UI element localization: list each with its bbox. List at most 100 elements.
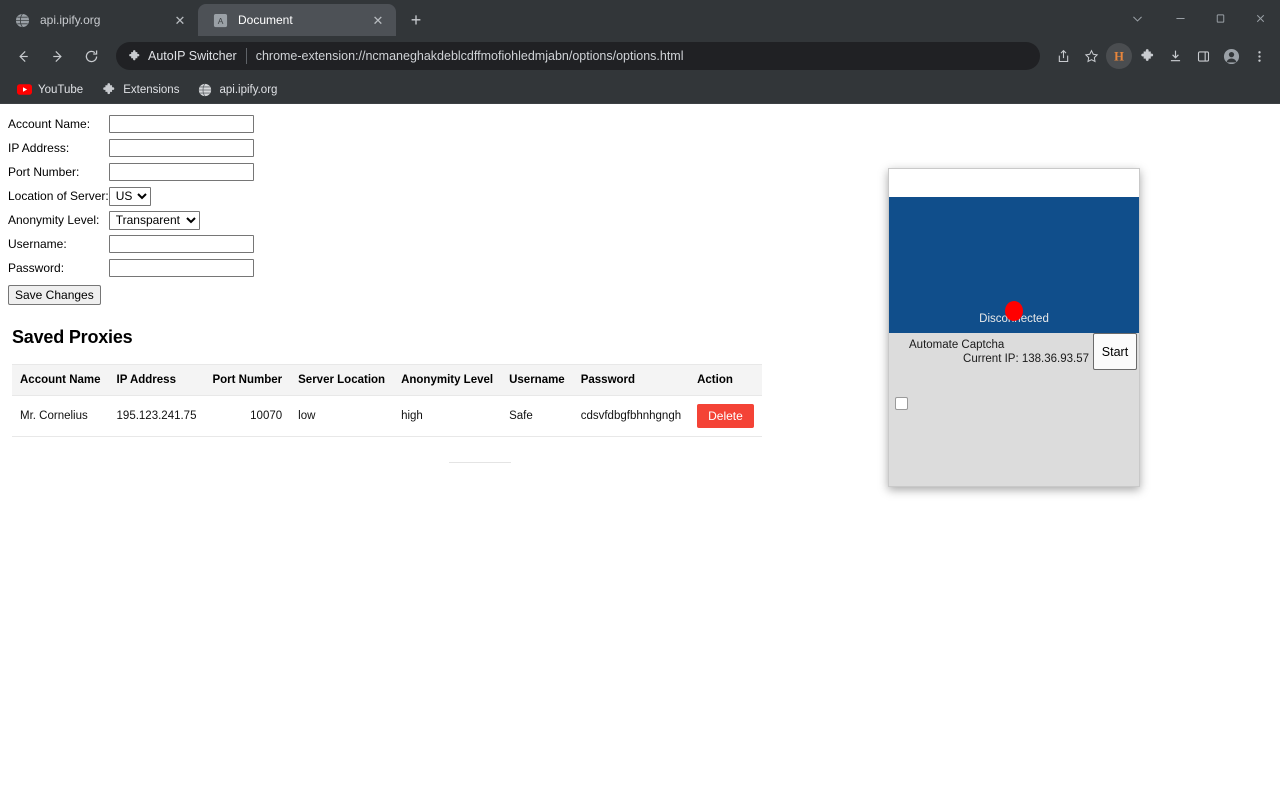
tab-close-icon[interactable]: ✕ <box>172 12 188 28</box>
account-name-label: Account Name: <box>8 117 91 131</box>
tab-title: api.ipify.org <box>40 13 101 27</box>
doc-letter-icon: A <box>212 12 228 28</box>
col-action: Action <box>689 364 762 396</box>
maximize-restore-icon[interactable] <box>1200 0 1240 36</box>
popup-controls-panel: Automate Captcha Current IP: 138.36.93.5… <box>889 333 1139 486</box>
url-text: chrome-extension://ncmaneghakdeblcdffmof… <box>255 49 684 63</box>
tab-document[interactable]: A Document ✕ <box>198 4 396 36</box>
form-row-password: Password: <box>8 256 254 280</box>
reload-button[interactable] <box>76 41 106 71</box>
extensions-puzzle-icon[interactable] <box>1134 43 1160 69</box>
ip-address-label: IP Address: <box>8 141 70 155</box>
bookmark-star-icon[interactable] <box>1078 43 1104 69</box>
bookmark-label: Extensions <box>123 83 180 96</box>
close-window-icon[interactable] <box>1240 0 1280 36</box>
tab-api-ipify[interactable]: api.ipify.org ✕ <box>0 4 198 36</box>
cell-action: Delete <box>689 395 762 437</box>
svg-text:H: H <box>1114 50 1124 64</box>
location-of-server-label: Location of Server: <box>8 189 109 203</box>
col-port-number: Port Number <box>204 364 291 396</box>
start-button[interactable]: Start <box>1093 333 1137 370</box>
tab-close-icon[interactable]: ✕ <box>370 12 386 28</box>
tab-title: Document <box>238 13 293 27</box>
tab-search-chevron-down-icon[interactable] <box>1114 0 1160 36</box>
col-ip-address: IP Address <box>108 364 205 396</box>
connection-status: Disconnected <box>889 301 1139 325</box>
form-row-account-name: Account Name: <box>8 112 254 136</box>
table-footer-divider <box>449 462 511 463</box>
cell-ip-address: 195.123.241.75 <box>108 395 205 437</box>
cell-server-location: low <box>290 395 394 437</box>
form-row-port-number: Port Number: <box>8 160 254 184</box>
col-password: Password <box>572 364 690 396</box>
youtube-icon <box>16 82 32 98</box>
minimize-icon[interactable] <box>1160 0 1200 36</box>
col-account-name: Account Name <box>12 364 109 396</box>
username-input[interactable] <box>108 235 254 253</box>
col-server-location: Server Location <box>290 364 394 396</box>
anonymity-level-select[interactable]: Transparent <box>108 210 200 230</box>
port-number-input[interactable] <box>108 163 254 181</box>
password-input[interactable] <box>108 259 254 277</box>
omnibox-separator <box>245 48 247 64</box>
account-name-input[interactable] <box>108 115 254 133</box>
puzzle-icon <box>128 49 141 63</box>
cell-anonymity-level: high <box>393 395 502 437</box>
password-label: Password: <box>8 261 65 275</box>
share-icon[interactable] <box>1050 43 1076 69</box>
address-bar[interactable]: AutoIP Switcher chrome-extension://ncman… <box>116 42 1040 70</box>
forward-button[interactable] <box>42 41 72 71</box>
tab-strip: api.ipify.org ✕ A Document ✕ + <box>0 0 1280 36</box>
username-label: Username: <box>8 237 67 251</box>
back-button[interactable] <box>8 41 38 71</box>
form-row-ip-address: IP Address: <box>8 136 254 160</box>
cell-port-number: 10070 <box>204 395 291 437</box>
extension-origin-badge: AutoIP Switcher <box>128 49 237 63</box>
saved-proxies-table: Account Name IP Address Port Number Serv… <box>12 364 762 437</box>
table-row: Mr. Cornelius 195.123.241.75 10070 low h… <box>12 395 762 437</box>
chrome-menu-icon[interactable] <box>1246 43 1272 69</box>
extension-name: AutoIP Switcher <box>148 49 237 63</box>
table-header-row: Account Name IP Address Port Number Serv… <box>12 364 762 396</box>
autoip-switcher-extension-icon[interactable]: H <box>1106 43 1132 69</box>
new-tab-button[interactable]: + <box>402 6 430 34</box>
automate-captcha-checkbox[interactable] <box>895 397 908 410</box>
window-controls <box>1114 0 1280 36</box>
current-ip-label: Current IP: 138.36.93.57 <box>963 353 1089 365</box>
cell-account-name: Mr. Cornelius <box>12 395 109 437</box>
browser-toolbar: AutoIP Switcher chrome-extension://ncman… <box>0 36 1280 76</box>
bookmark-api-ipify[interactable]: api.ipify.org <box>189 79 285 101</box>
bookmark-extensions[interactable]: Extensions <box>93 79 187 101</box>
form-row-username: Username: <box>8 232 254 256</box>
side-panel-icon[interactable] <box>1190 43 1216 69</box>
status-indicator-dot-icon <box>1005 301 1023 321</box>
proxy-form: Account Name: IP Address: Port Number: L… <box>8 112 254 280</box>
svg-text:A: A <box>217 15 223 25</box>
ip-address-input[interactable] <box>108 139 254 157</box>
cell-username: Safe <box>501 395 573 437</box>
page-viewport: Account Name: IP Address: Port Number: L… <box>0 104 1280 800</box>
bookmark-label: api.ipify.org <box>219 83 278 96</box>
delete-button[interactable]: Delete <box>697 404 754 428</box>
bookmarks-bar: YouTube Extensions api.ipify.org <box>0 76 1280 104</box>
bookmark-label: YouTube <box>38 83 84 96</box>
globe-icon <box>14 12 30 28</box>
automate-captcha-label: Automate Captcha <box>909 339 1005 351</box>
globe-icon <box>197 82 213 98</box>
location-of-server-select[interactable]: US <box>108 186 151 206</box>
form-row-anonymity: Anonymity Level: Transparent <box>8 208 254 232</box>
save-changes-button[interactable]: Save Changes <box>8 285 101 305</box>
port-number-label: Port Number: <box>8 165 80 179</box>
popup-top-strip <box>889 169 1139 197</box>
downloads-icon[interactable] <box>1162 43 1188 69</box>
popup-status-panel: Disconnected <box>889 197 1139 333</box>
autoip-switcher-popup: Disconnected Automate Captcha Current IP… <box>888 168 1140 487</box>
puzzle-icon <box>101 82 117 98</box>
bookmark-youtube[interactable]: YouTube <box>8 79 91 101</box>
browser-chrome: api.ipify.org ✕ A Document ✕ + AutoIP Sw… <box>0 0 1280 104</box>
profile-avatar-icon[interactable] <box>1218 43 1244 69</box>
anonymity-level-label: Anonymity Level: <box>8 213 100 227</box>
cell-password: cdsvfdbgfbhnhgngh <box>572 395 690 437</box>
col-username: Username <box>501 364 573 396</box>
col-anonymity-level: Anonymity Level <box>393 364 502 396</box>
